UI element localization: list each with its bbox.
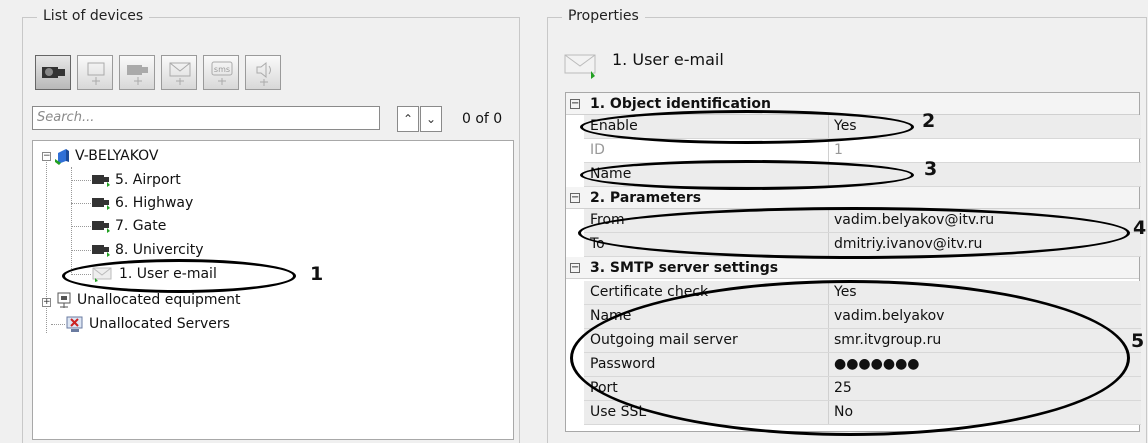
server-label: V-BELYAKOV	[75, 148, 159, 164]
property-value[interactable]: 25	[834, 377, 852, 400]
search-devices-button[interactable]	[35, 55, 71, 90]
add-email-icon	[169, 62, 191, 85]
property-key: Outgoing mail server	[590, 332, 738, 348]
tree-item-server[interactable]: V-BELYAKOV	[55, 145, 159, 167]
property-value[interactable]: No	[834, 401, 853, 424]
add-camera-button[interactable]	[119, 55, 155, 90]
property-key: ID	[590, 142, 605, 158]
unallocated-server-icon	[66, 316, 83, 332]
email-icon	[92, 267, 112, 282]
add-sms-icon: sms	[211, 61, 233, 85]
previous-result-button[interactable]: ⌃	[397, 106, 419, 132]
property-key: Port	[590, 380, 618, 396]
panel-title: List of devices	[37, 8, 150, 24]
property-row-password[interactable]: Password ●●●●●●●	[584, 353, 1141, 377]
property-value[interactable]: dmitriy.ivanov@itv.ru	[834, 233, 982, 256]
add-speaker-icon	[256, 61, 271, 86]
add-camera-icon	[127, 65, 148, 85]
add-detector-icon	[87, 62, 105, 85]
property-row-smtp-name[interactable]: Name vadim.belyakov	[584, 305, 1141, 329]
property-value[interactable]: vadim.belyakov	[834, 305, 944, 328]
callout-number: 4	[1133, 217, 1147, 239]
tree-item-unallocated-equipment[interactable]: Unallocated equipment	[55, 289, 241, 311]
property-key: Enable	[590, 118, 638, 134]
category-label: 2. Parameters	[590, 190, 702, 206]
add-speaker-button[interactable]	[245, 55, 281, 90]
camera-icon	[92, 221, 110, 233]
search-count: 0 of 0	[462, 111, 503, 127]
camera-label: 5. Airport	[115, 172, 181, 188]
camera-label: 8. Univercity	[115, 242, 204, 258]
object-title: 1. User e-mail	[612, 50, 724, 69]
unallocated-servers-label: Unallocated Servers	[89, 316, 230, 332]
property-value[interactable]: Yes	[834, 115, 857, 138]
property-row-from[interactable]: From vadim.belyakov@itv.ru	[584, 209, 1141, 233]
search-input[interactable]: Search...	[32, 106, 380, 130]
add-sms-button[interactable]: sms	[203, 55, 239, 90]
property-key: Name	[590, 166, 632, 182]
camera-search-icon	[42, 67, 65, 78]
callout-number: 1	[310, 263, 324, 285]
next-result-button[interactable]: ⌄	[420, 106, 442, 132]
camera-label: 6. Highway	[115, 195, 194, 211]
camera-label: 7. Gate	[115, 218, 167, 234]
property-key: Use SSL	[590, 404, 647, 420]
category-smtp-settings[interactable]: −3. SMTP server settings	[566, 257, 1139, 279]
tree-item-unallocated-servers[interactable]: Unallocated Servers	[65, 313, 230, 335]
collapse-icon[interactable]: −	[570, 99, 580, 109]
property-grid: −1. Object identification Enable Yes ID 1 …	[565, 92, 1141, 432]
sms-label: sms	[214, 65, 230, 74]
property-key: Name	[590, 308, 632, 324]
property-key: Password	[590, 356, 656, 372]
property-row-id: ID 1	[584, 139, 1141, 163]
camera-icon	[92, 245, 110, 257]
property-row-name[interactable]: Name	[584, 163, 1141, 187]
property-value: 1	[834, 142, 843, 158]
camera-icon	[92, 198, 110, 210]
unallocated-equipment-label: Unallocated equipment	[77, 292, 241, 308]
camera-icon	[92, 175, 110, 187]
property-value[interactable]: ●●●●●●●	[834, 353, 920, 376]
property-value[interactable]: vadim.belyakov@itv.ru	[834, 209, 994, 232]
collapse-icon[interactable]: −	[570, 263, 580, 273]
add-detector-button[interactable]	[77, 55, 113, 90]
equipment-icon	[57, 292, 71, 308]
category-label: 3. SMTP server settings	[590, 260, 779, 276]
collapse-icon[interactable]: −	[570, 193, 580, 203]
tree-item-camera[interactable]: 6. Highway	[91, 192, 193, 214]
device-tree: − V-BELYAKOV 5. Airport 6. Highway 7. Ga…	[32, 140, 514, 440]
category-label: 1. Object identification	[590, 96, 771, 112]
property-key: To	[590, 236, 605, 252]
chevron-down-icon: ⌄	[425, 112, 437, 126]
property-row-use-ssl[interactable]: Use SSL No	[584, 401, 1141, 425]
chevron-up-icon: ⌃	[402, 112, 414, 126]
category-parameters[interactable]: −2. Parameters	[566, 187, 1139, 209]
collapse-server-toggle[interactable]: −	[42, 152, 51, 161]
property-row-enable[interactable]: Enable Yes	[584, 115, 1141, 139]
tree-item-user-email[interactable]: 1. User e-mail	[91, 263, 217, 285]
expand-unallocated-toggle[interactable]: +	[42, 298, 51, 307]
property-row-port[interactable]: Port 25	[584, 377, 1141, 401]
tree-item-camera[interactable]: 5. Airport	[91, 169, 181, 191]
tree-item-camera[interactable]: 8. Univercity	[91, 239, 204, 261]
email-icon	[564, 54, 596, 79]
callout-number: 5	[1131, 330, 1145, 352]
device-toolbar: sms	[35, 55, 281, 90]
property-value[interactable]: smr.itvgroup.ru	[834, 329, 941, 352]
tree-item-camera[interactable]: 7. Gate	[91, 215, 166, 237]
callout-number: 2	[922, 110, 936, 132]
property-row-certificate-check[interactable]: Certificate check Yes	[584, 281, 1141, 305]
property-value[interactable]: Yes	[834, 281, 857, 304]
panel-title: Properties	[562, 8, 645, 24]
property-key: Certificate check	[590, 284, 709, 300]
callout-number: 3	[924, 158, 938, 180]
property-row-to[interactable]: To dmitriy.ivanov@itv.ru	[584, 233, 1141, 257]
server-icon	[55, 149, 69, 165]
add-email-button[interactable]	[161, 55, 197, 90]
property-row-outgoing-server[interactable]: Outgoing mail server smr.itvgroup.ru	[584, 329, 1141, 353]
email-item-label: 1. User e-mail	[119, 266, 217, 282]
property-key: From	[590, 212, 625, 228]
category-object-identification[interactable]: −1. Object identification	[566, 93, 1139, 115]
